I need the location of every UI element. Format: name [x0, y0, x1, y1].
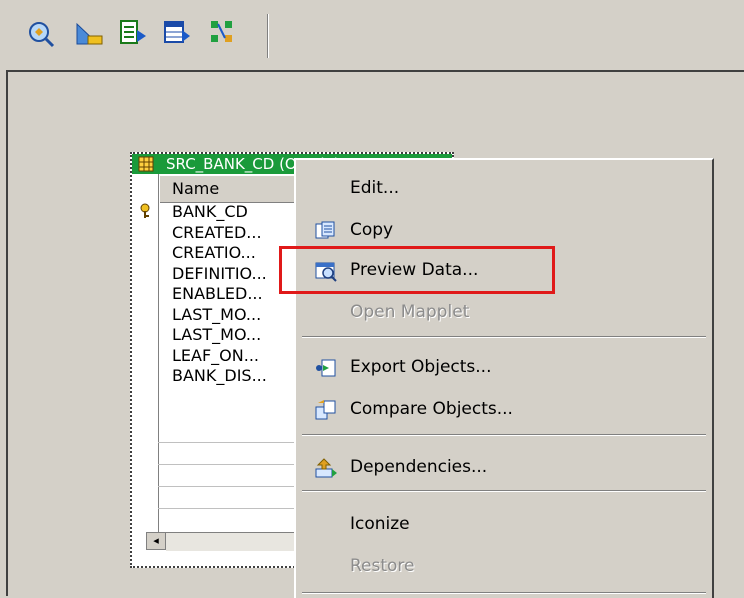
column-name: CREATIO... [172, 243, 256, 262]
copy-icon [314, 220, 338, 242]
menu-item-iconize[interactable]: Iconize [296, 506, 712, 542]
scroll-left-button[interactable]: ◂ [146, 532, 166, 550]
column-name: LAST_MO... [172, 325, 262, 344]
menu-item-copy[interactable]: Copy [296, 212, 712, 248]
highlight-annotation [279, 246, 555, 294]
source-analyzer-icon[interactable] [26, 18, 56, 48]
mapping-designer-icon[interactable] [208, 18, 238, 48]
menu-item-export-objects[interactable]: Export Objects... [296, 349, 712, 385]
mapplet-designer-icon[interactable] [162, 18, 192, 48]
column-name: ENABLED... [172, 284, 263, 303]
menu-separator [302, 490, 706, 491]
menu-separator [302, 434, 706, 435]
toolbar [0, 0, 744, 70]
toolbar-separator [267, 14, 268, 58]
menu-separator [302, 592, 706, 593]
menu-item-open-mapplet[interactable]: Open Mapplet [296, 294, 712, 330]
export-icon [314, 357, 338, 379]
primary-key-icon [138, 203, 152, 219]
context-menu: Edit... Copy Preview Data... Open Mapple… [294, 158, 714, 598]
column-name: BANK_CD [172, 202, 248, 221]
menu-item-compare-objects[interactable]: Compare Objects... [296, 391, 712, 427]
transformation-developer-icon[interactable] [118, 18, 148, 48]
column-name: CREATED... [172, 222, 262, 242]
menu-item-dependencies[interactable]: Dependencies... [296, 449, 712, 485]
column-name: DEFINITIO... [172, 263, 267, 283]
target-designer-icon[interactable] [74, 18, 104, 48]
source-table-icon [138, 156, 154, 172]
menu-separator [302, 336, 706, 337]
menu-item-restore[interactable]: Restore [296, 548, 712, 584]
column-name: BANK_DIS... [172, 366, 267, 385]
compare-icon [314, 399, 338, 421]
column-name: LEAF_ON... [172, 345, 259, 365]
dependencies-icon [314, 457, 338, 479]
menu-item-edit[interactable]: Edit... [296, 170, 712, 206]
column-name: LAST_MO... [172, 304, 262, 324]
